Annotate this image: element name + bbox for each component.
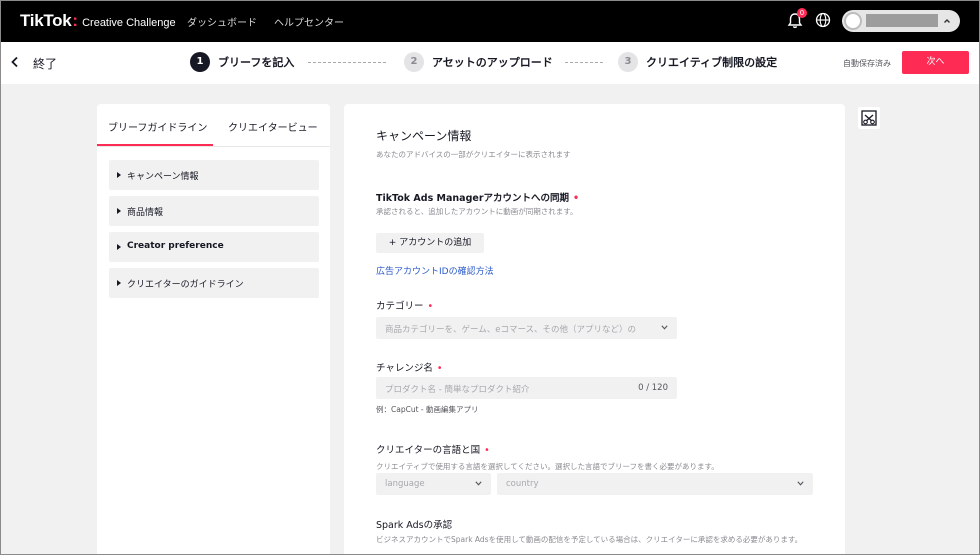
step-1: 1 ブリーフを記入 (190, 52, 294, 72)
language-country-label: クリエイターの言語と国 • (376, 445, 490, 456)
account-name-redacted (866, 14, 938, 27)
account-menu[interactable] (842, 10, 960, 32)
step-number: 2 (404, 52, 424, 72)
guide-item-campaign[interactable]: キャンペーン情報 (109, 160, 319, 190)
stepper-bar: 終了 1 ブリーフを記入 2 アセットのアップロード 3 クリエイティブ制限の設… (0, 42, 980, 84)
brand-subtitle: Creative Challenge (82, 17, 176, 29)
nav-dashboard[interactable]: ダッシュボード (187, 14, 257, 29)
category-label: カテゴリー • (376, 301, 434, 312)
caret-right-icon (117, 208, 121, 214)
ads-manager-label: TikTok Ads Managerアカウントへの同期 • (376, 193, 580, 204)
back-arrow-icon[interactable] (8, 55, 22, 69)
challenge-name-placeholder: プロダクト名 - 簡単なプロダクト紹介 (385, 385, 530, 395)
caret-right-icon (117, 172, 121, 178)
step-connector (308, 62, 386, 63)
chevron-up-icon (944, 19, 950, 23)
step-label: アセットのアップロード (432, 56, 553, 69)
ad-account-id-help-link[interactable]: 広告アカウントIDの確認方法 (376, 264, 494, 277)
guide-item-label: 商品情報 (127, 208, 164, 218)
exit-button[interactable]: 終了 (33, 55, 57, 72)
country-select[interactable]: country (497, 473, 813, 495)
guide-item-creator-preference[interactable]: Creator preference (109, 232, 319, 262)
autosave-status: 自動保存済み (843, 59, 891, 68)
character-counter: 0 / 120 (638, 383, 668, 393)
tab-brief-guidelines[interactable]: ブリーフガイドライン (108, 119, 207, 134)
step-connector (565, 62, 603, 63)
preview-tool-button[interactable] (858, 107, 880, 129)
caret-right-icon (117, 244, 121, 250)
country-placeholder: country (506, 479, 539, 489)
category-select[interactable]: 商品カテゴリーを、ゲーム、eコマース、その他（アプリなど）の (376, 317, 677, 339)
notification-badge: 0 (797, 8, 807, 18)
campaign-form: キャンペーン情報 あなたのアドバイスの一部がクリエイターに表示されます TikT… (344, 104, 845, 555)
nav-help-center[interactable]: ヘルプセンター (274, 14, 344, 29)
add-account-button[interactable]: + アカウントの追加 (376, 233, 484, 253)
language-placeholder: language (385, 479, 425, 489)
guide-item-label: キャンペーン情報 (127, 172, 199, 182)
guideline-panel: ブリーフガイドライン クリエイタービュー キャンペーン情報 商品情報 Creat… (97, 104, 330, 555)
ads-manager-help: 承認されると、追加したアカウントに動画が同期されます。 (376, 207, 578, 216)
spark-ads-help: ビジネスアカウントでSpark Adsを使用して動画の配信を予定している場合は、… (376, 535, 803, 544)
brand-logo: TikTok (20, 11, 72, 30)
brand[interactable]: TikTok : Creative Challenge (20, 11, 176, 31)
challenge-name-example: 例：CapCut - 動画編集アプリ (376, 405, 479, 414)
chevron-down-icon (475, 481, 482, 486)
category-placeholder: 商品カテゴリーを、ゲーム、eコマース、その他（アプリなど）の (385, 325, 637, 335)
step-number: 3 (618, 52, 638, 72)
next-button[interactable]: 次へ (902, 51, 969, 74)
top-nav: TikTok : Creative Challenge ダッシュボード ヘルプセ… (0, 0, 980, 42)
language-select[interactable]: language (376, 473, 491, 495)
tab-creator-view[interactable]: クリエイタービュー (228, 119, 318, 134)
step-label: ブリーフを記入 (218, 56, 295, 69)
step-2: 2 アセットのアップロード (404, 52, 553, 72)
language-country-help: クリエイティブで使用する言語を選択してください。選択した言語でブリーフを書く必要… (376, 462, 719, 471)
caret-right-icon (117, 280, 121, 286)
step-label: クリエイティブ制限の設定 (646, 56, 778, 69)
panel-tabs: ブリーフガイドライン クリエイタービュー (97, 104, 330, 147)
section-title: キャンペーン情報 (376, 129, 472, 143)
chevron-down-icon (661, 325, 668, 330)
active-tab-indicator (97, 144, 213, 146)
section-subtitle: あなたのアドバイスの一部がクリエイターに表示されます (376, 150, 571, 159)
globe-icon[interactable] (815, 12, 831, 28)
guide-item-label: クリエイターのガイドライン (127, 280, 244, 290)
avatar (844, 12, 862, 30)
challenge-name-input[interactable]: プロダクト名 - 簡単なプロダクト紹介 0 / 120 (376, 377, 677, 399)
step-3: 3 クリエイティブ制限の設定 (618, 52, 777, 72)
brand-colon: : (72, 11, 79, 30)
guide-item-product[interactable]: 商品情報 (109, 196, 319, 226)
challenge-name-label: チャレンジ名 • (376, 363, 443, 374)
step-number: 1 (190, 52, 210, 72)
scissors-icon (861, 110, 877, 126)
guide-item-creator-guidelines[interactable]: クリエイターのガイドライン (109, 268, 319, 298)
guide-item-label: Creator preference (127, 241, 224, 251)
chevron-down-icon (797, 481, 804, 486)
spark-ads-label: Spark Adsの承認 (376, 520, 453, 531)
